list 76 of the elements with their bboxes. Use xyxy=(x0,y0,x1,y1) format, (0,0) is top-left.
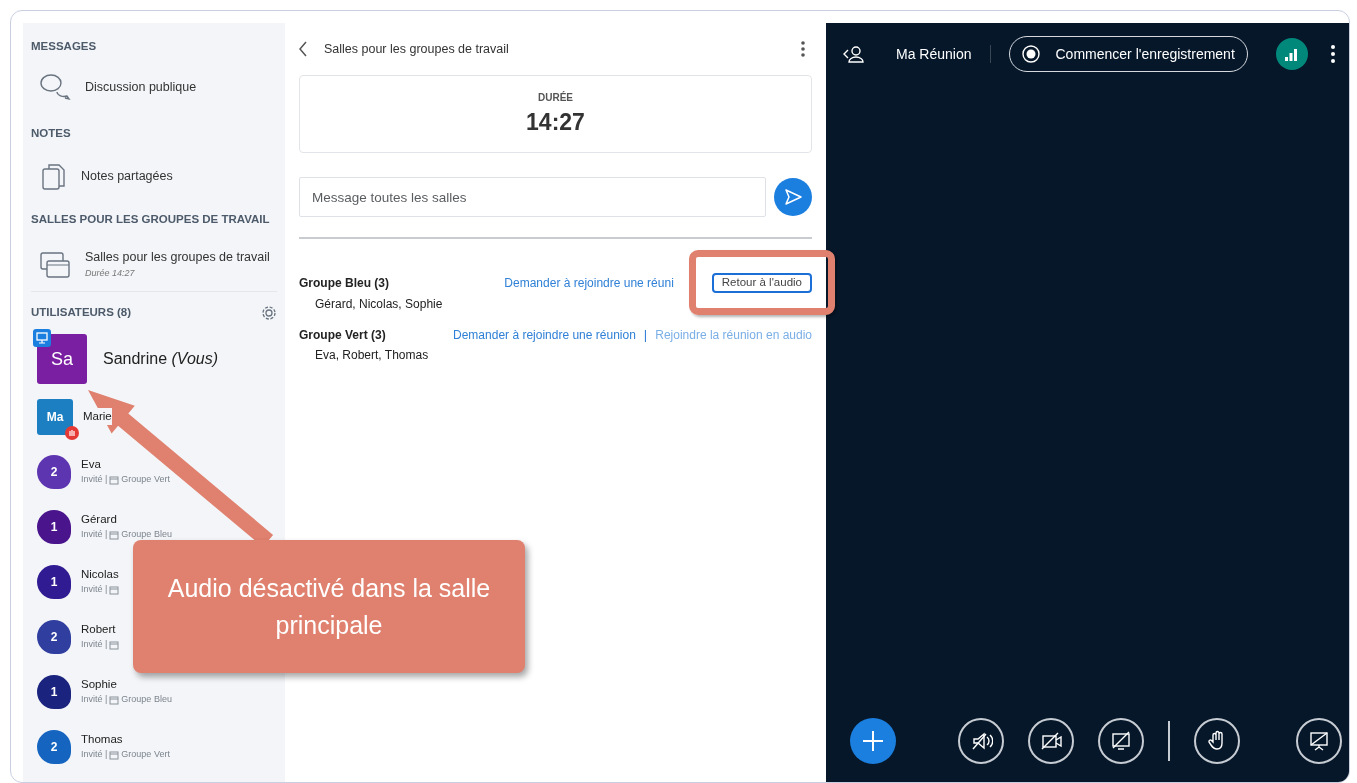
item-label: Discussion publique xyxy=(85,78,197,96)
screen-share-off-icon xyxy=(1109,729,1133,753)
user-room: Groupe Bleu xyxy=(121,528,172,542)
room-icon xyxy=(109,585,120,596)
user-item[interactable]: 2 Robert Invité | xyxy=(31,609,120,664)
group-name: Groupe Vert (3) xyxy=(299,326,386,344)
more-options-icon[interactable] xyxy=(1329,44,1336,64)
group-members: Gérard, Nicolas, Sophie xyxy=(314,295,444,313)
documents-icon xyxy=(39,161,67,191)
user-avatar: 2 xyxy=(37,454,71,489)
actions-button[interactable] xyxy=(850,718,896,764)
windows-icon xyxy=(39,249,71,279)
user-item[interactable]: 1 Nicolas Invité | xyxy=(31,554,120,609)
user-role: Invité | xyxy=(81,583,108,597)
user-avatar: 1 xyxy=(37,564,71,599)
mute-button[interactable] xyxy=(958,718,1004,764)
presentation-off-button[interactable] xyxy=(1296,718,1342,764)
user-role: Invité | xyxy=(81,473,108,487)
user-avatar: 2 xyxy=(37,729,71,764)
message-field[interactable]: Message toutes les salles xyxy=(299,177,766,217)
presentation-off-icon xyxy=(1307,729,1331,753)
user-item[interactable]: Ma Marie xyxy=(31,389,112,444)
sidebar-item[interactable]: Notes partagées xyxy=(31,149,277,203)
camera-off-button[interactable] xyxy=(1028,718,1074,764)
plus-icon xyxy=(863,731,883,751)
section-heading: UTILISATEURS (8) xyxy=(31,304,132,320)
user-role: Invité | xyxy=(81,748,108,762)
room-icon xyxy=(109,695,120,706)
item-label: Salles pour les groupes de travail xyxy=(85,248,270,266)
settings-icon[interactable] xyxy=(261,304,277,321)
separator: | xyxy=(643,325,648,344)
user-item[interactable]: 2 Thomas Invité | Groupe Vert xyxy=(31,719,170,774)
user-room: Groupe Vert xyxy=(121,473,170,487)
user-room: Groupe Vert xyxy=(121,748,170,762)
user-name: Sandrine (Vous) xyxy=(103,349,219,369)
join-link[interactable]: Demander à rejoindre une réunion xyxy=(453,325,636,344)
room-icon xyxy=(109,750,120,761)
connection-status-icon[interactable] xyxy=(1275,38,1308,70)
join-link[interactable]: Demander à rejoindre une réuni xyxy=(504,273,674,292)
room-icon xyxy=(109,530,120,541)
duration-value: 14:27 xyxy=(525,108,586,137)
user-avatar: Ma xyxy=(37,398,73,435)
duration-label: DURÉE xyxy=(537,90,574,105)
room-icon xyxy=(109,640,120,651)
sidebar-item[interactable]: Discussion publique xyxy=(31,55,277,119)
room-icon xyxy=(109,475,120,486)
record-icon xyxy=(1021,45,1040,63)
section-heading: NOTES xyxy=(31,126,72,142)
item-sublabel: Durée 14:27 xyxy=(85,266,136,280)
user-avatar: 1 xyxy=(37,674,71,709)
more-options-icon[interactable] xyxy=(800,40,806,58)
group-members: Eva, Robert, Thomas xyxy=(314,347,430,365)
back-button[interactable]: Salles pour les groupes de travail xyxy=(299,39,509,59)
user-room: Groupe Bleu xyxy=(121,693,172,707)
user-item[interactable]: Sa Sandrine (Vous) xyxy=(31,329,219,389)
user-avatar: Sa xyxy=(37,334,87,384)
section-heading: SALLES POUR LES GROUPES DE TRAVAIL xyxy=(31,212,271,228)
send-button[interactable] xyxy=(774,178,812,216)
group-name: Groupe Bleu (3) xyxy=(299,274,389,292)
screen-share-off-button[interactable] xyxy=(1098,718,1144,764)
user-role: Invité | xyxy=(81,528,108,542)
user-list-toggle-icon[interactable] xyxy=(842,44,866,64)
user-avatar: 2 xyxy=(37,619,71,654)
user-item[interactable]: 2 Eva Invité | Groupe Vert xyxy=(31,444,170,499)
callout-tooltip: Audio désactivé dans la salle principale xyxy=(133,540,525,673)
return-audio-button[interactable]: Retour à l'audio xyxy=(711,273,812,293)
user-name: Marie xyxy=(83,407,112,426)
raise-hand-button[interactable] xyxy=(1194,718,1240,764)
meeting-title: Ma Réunion xyxy=(896,44,972,64)
user-avatar: 1 xyxy=(37,509,71,544)
user-role: Invité | xyxy=(81,638,108,652)
sidebar-item[interactable]: Salles pour les groupes de travail Durée 14:27 xyxy=(31,237,277,291)
section-heading: MESSAGES xyxy=(31,38,98,54)
user-role: Invité | xyxy=(81,693,108,707)
send-icon xyxy=(784,188,802,206)
item-label: Notes partagées xyxy=(81,167,173,185)
